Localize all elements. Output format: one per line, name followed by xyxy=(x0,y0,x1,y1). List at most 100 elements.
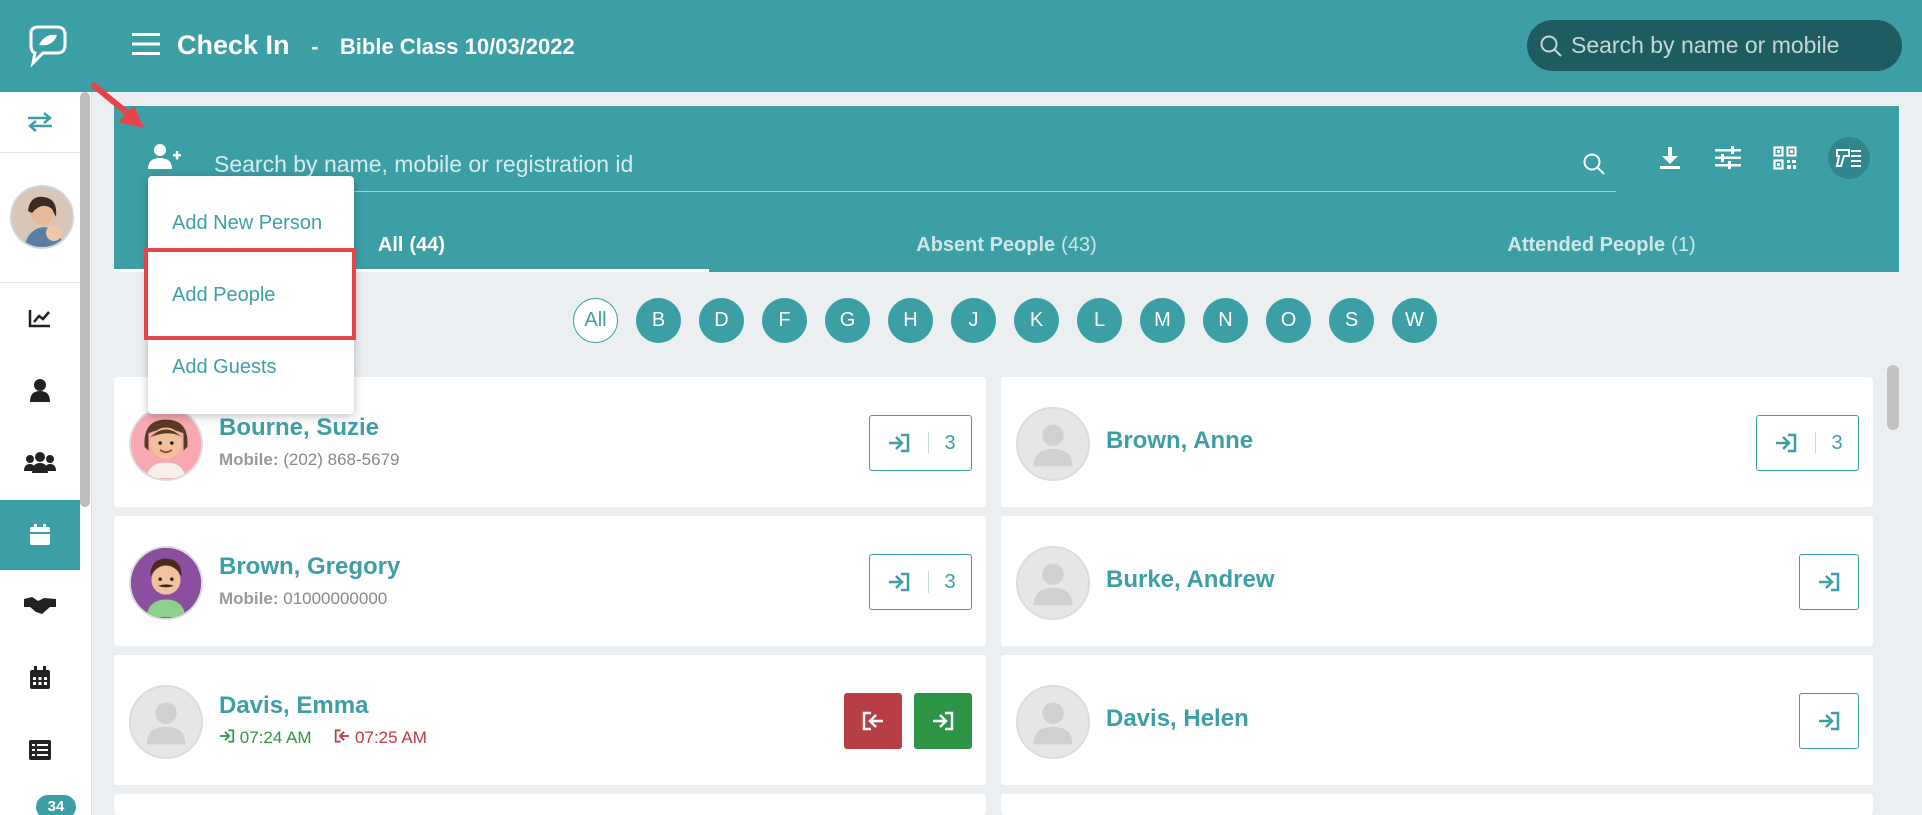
sidebar-scrollbar[interactable] xyxy=(80,92,90,507)
attendance-count: 3 xyxy=(1831,431,1843,454)
main-scrollbar[interactable] xyxy=(1887,365,1899,430)
tab-all-label: All xyxy=(377,233,404,256)
check-in-button[interactable]: 3 xyxy=(869,415,972,471)
calendar-icon[interactable] xyxy=(0,500,80,570)
person-card[interactable]: Burke, Andrew xyxy=(1001,516,1873,646)
avatar xyxy=(129,546,203,620)
person-name[interactable]: Brown, Anne xyxy=(1106,427,1253,455)
letter-filter: All B D F G H J K L M N O S W xyxy=(573,298,1437,343)
letter-filter-o[interactable]: O xyxy=(1266,298,1311,343)
switch-icon[interactable] xyxy=(0,92,80,152)
search-icon xyxy=(1540,35,1562,57)
list-icon[interactable] xyxy=(0,720,80,780)
person-name[interactable]: Burke, Andrew xyxy=(1106,566,1274,594)
person-icon[interactable] xyxy=(0,360,80,420)
header-search-placeholder: Search by name or mobile xyxy=(1571,32,1840,58)
tab-attended-count: (1) xyxy=(1671,233,1696,256)
check-in-icon xyxy=(1800,572,1858,592)
tab-attended-label: Attended People xyxy=(1507,233,1666,256)
page-title-text: Check In xyxy=(177,30,290,60)
check-in-icon xyxy=(220,729,235,743)
letter-filter-f[interactable]: F xyxy=(762,298,807,343)
letter-filter-n[interactable]: N xyxy=(1203,298,1248,343)
check-in-button[interactable]: 3 xyxy=(1756,415,1859,471)
person-name[interactable]: Davis, Helen xyxy=(1106,705,1249,733)
notification-badge: 34 xyxy=(36,795,76,815)
person-name[interactable]: Bourne, Suzie xyxy=(219,414,379,442)
check-in-time: 07:24 AM xyxy=(219,728,316,747)
avatar-placeholder xyxy=(1016,685,1090,759)
person-mobile: Mobile: (202) 868-5679 xyxy=(219,450,400,470)
avatar-placeholder xyxy=(1016,546,1090,620)
letter-filter-b[interactable]: B xyxy=(636,298,681,343)
tab-all-count: (44) xyxy=(409,233,446,256)
letter-filter-k[interactable]: K xyxy=(1014,298,1059,343)
check-out-icon xyxy=(862,711,883,731)
letter-filter-d[interactable]: D xyxy=(699,298,744,343)
qr-code-icon[interactable] xyxy=(1773,146,1797,175)
menu-item-add-guests[interactable]: Add Guests xyxy=(172,356,277,379)
chart-icon[interactable] xyxy=(0,288,80,348)
mobile-number: (202) 868-5679 xyxy=(283,450,400,469)
menu-icon[interactable] xyxy=(132,32,160,61)
filter-sliders-icon[interactable] xyxy=(1715,146,1741,175)
letter-filter-m[interactable]: M xyxy=(1140,298,1185,343)
check-out-button[interactable] xyxy=(844,693,902,749)
person-name[interactable]: Brown, Gregory xyxy=(219,553,400,581)
check-in-button[interactable] xyxy=(1799,693,1859,749)
download-icon[interactable] xyxy=(1659,146,1681,175)
attendance-count: 3 xyxy=(944,431,956,454)
highlight-box xyxy=(144,248,356,340)
handshake-icon[interactable] xyxy=(0,575,80,635)
page-subtitle: Bible Class 10/03/2022 xyxy=(339,34,575,59)
tab-absent-label: Absent People xyxy=(916,233,1056,256)
tab-absent-people[interactable]: Absent People (43) xyxy=(709,218,1304,272)
check-in-button[interactable] xyxy=(914,693,972,749)
header-search[interactable]: Search by name or mobile xyxy=(1527,20,1902,71)
letter-filter-w[interactable]: W xyxy=(1392,298,1437,343)
person-card[interactable]: Brown, Gregory Mobile: 01000000000 3 xyxy=(114,516,986,646)
top-header: Check In - Bible Class 10/03/2022 Search… xyxy=(92,0,1922,92)
person-name[interactable]: Davis, Emma xyxy=(219,692,368,720)
person-card[interactable]: Davis, Helen xyxy=(1001,655,1873,785)
menu-item-add-new-person[interactable]: Add New Person xyxy=(172,212,322,235)
check-in-icon xyxy=(1757,433,1815,453)
tab-attended-people[interactable]: Attended People (1) xyxy=(1304,218,1899,272)
people-search-input[interactable] xyxy=(214,144,1616,184)
scanner-icon[interactable] xyxy=(1828,137,1870,179)
page-title: Check In - Bible Class 10/03/2022 xyxy=(177,30,575,61)
annotation-arrow-icon xyxy=(88,80,158,145)
check-in-time-value: 07:24 AM xyxy=(239,728,312,747)
search-icon[interactable] xyxy=(1582,152,1606,181)
letter-filter-h[interactable]: H xyxy=(888,298,933,343)
group-icon[interactable] xyxy=(0,432,80,492)
person-card[interactable] xyxy=(114,794,986,815)
avatar-placeholder xyxy=(1016,407,1090,481)
tab-bar: All (44) Absent People (43) Attended Peo… xyxy=(114,218,1899,272)
check-in-icon xyxy=(870,433,928,453)
person-mobile: Mobile: 01000000000 xyxy=(219,589,387,609)
check-out-time-value: 07:25 AM xyxy=(355,728,427,747)
check-in-button[interactable]: 3 xyxy=(869,554,972,610)
title-separator: - xyxy=(311,34,319,59)
checkin-panel: All (44) Absent People (43) Attended Peo… xyxy=(114,106,1899,272)
letter-filter-s[interactable]: S xyxy=(1329,298,1374,343)
person-card[interactable]: Brown, Anne 3 xyxy=(1001,377,1873,507)
letter-filter-g[interactable]: G xyxy=(825,298,870,343)
check-in-button[interactable] xyxy=(1799,554,1859,610)
letter-filter-j[interactable]: J xyxy=(951,298,996,343)
avatar xyxy=(129,407,203,481)
tab-absent-count: (43) xyxy=(1061,233,1097,256)
check-out-time: 07:25 AM xyxy=(334,728,427,747)
schedule-icon[interactable] xyxy=(0,648,80,708)
add-person-icon[interactable] xyxy=(148,142,182,175)
letter-filter-all[interactable]: All xyxy=(573,298,618,343)
check-in-icon xyxy=(870,572,928,592)
avatar[interactable] xyxy=(10,185,74,249)
people-search[interactable] xyxy=(214,144,1616,192)
person-card[interactable]: Davis, Emma 07:24 AM 07:25 AM xyxy=(114,655,986,785)
check-in-icon xyxy=(1800,711,1858,731)
app-logo[interactable] xyxy=(0,0,92,92)
letter-filter-l[interactable]: L xyxy=(1077,298,1122,343)
person-card[interactable] xyxy=(1001,794,1873,815)
